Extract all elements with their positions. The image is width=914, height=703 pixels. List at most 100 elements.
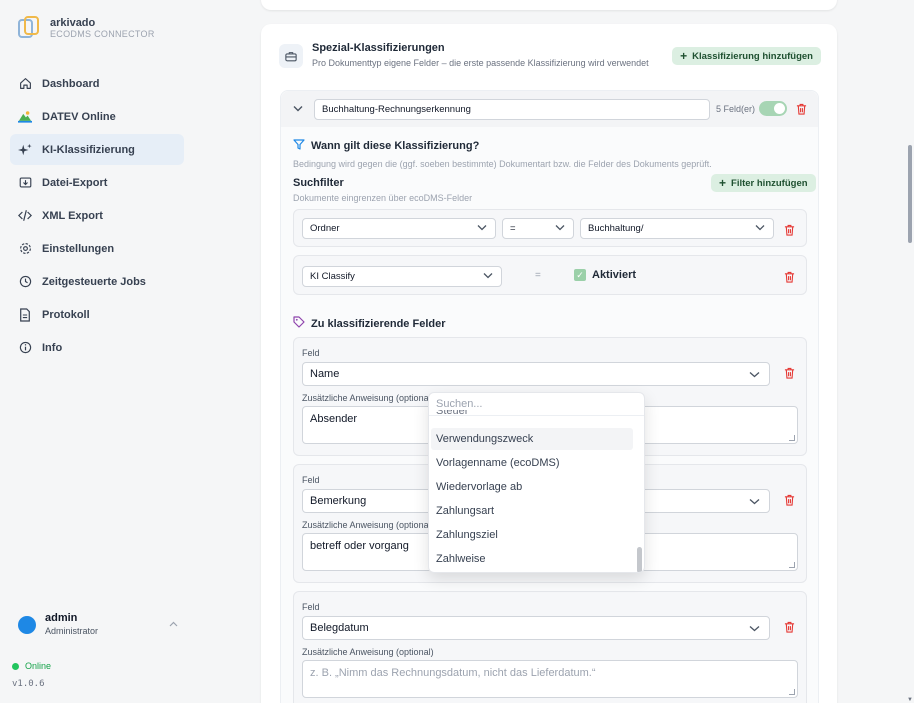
field-label: Feld <box>302 348 320 358</box>
hint-label: Zusätzliche Anweisung (optional) <box>302 647 434 657</box>
arkivado-logo-icon <box>18 16 40 40</box>
field-select[interactable]: Belegdatum <box>302 616 770 640</box>
searchfilter-title: Suchfilter <box>293 177 344 189</box>
sidebar: arkivado ECODMS CONNECTOR Dashboard DATE… <box>0 0 196 703</box>
sidebar-item-label: Einstellungen <box>42 242 115 255</box>
classification-name-input[interactable]: Buchhaltung-Rechnungserkennung <box>314 99 710 120</box>
dropdown-scrollbar[interactable] <box>637 547 642 572</box>
filter-field-select[interactable]: Ordner <box>302 218 496 239</box>
dropdown-item-partial[interactable]: Steuer <box>436 410 468 416</box>
brand[interactable]: arkivado ECODMS CONNECTOR <box>18 16 155 40</box>
tag-icon <box>293 316 305 331</box>
hint-label: Zusätzliche Anweisung (optional) <box>302 520 428 530</box>
status-label: Online <box>25 661 52 671</box>
filter-value-checkbox[interactable]: ✓ <box>574 269 586 281</box>
dropdown-item[interactable]: Vorlagenname (ecoDMS) <box>431 452 633 474</box>
delete-field-trash-icon[interactable] <box>783 620 795 633</box>
resize-grip-icon[interactable] <box>789 435 795 441</box>
sidebar-item-info[interactable]: Info <box>10 332 184 363</box>
field-count-badge: 5 Feld(er) <box>716 104 756 114</box>
add-classification-button[interactable]: + Klassifizierung hinzufügen <box>672 47 821 65</box>
chevron-down-icon <box>749 369 760 381</box>
filter-row: KI Classify = ✓ Aktiviert <box>293 255 807 295</box>
section-title: Spezial-Klassifizierungen <box>312 42 445 54</box>
searchfilter-subtitle: Dokumente eingrenzen über ecoDMS-Felder <box>293 193 473 203</box>
field-config: Feld Belegdatum Zusätzliche Anweisung (o… <box>293 591 807 703</box>
delete-field-trash-icon[interactable] <box>783 366 795 379</box>
scroll-down-arrow-icon[interactable]: ▼ <box>907 697 913 703</box>
sidebar-item-label: Info <box>42 341 63 354</box>
chevron-down-icon <box>755 223 765 234</box>
field-label: Feld <box>302 475 320 485</box>
classification-header: Buchhaltung-Rechnungserkennung 5 Feld(er… <box>281 91 818 127</box>
brand-subtitle: ECODMS CONNECTOR <box>50 28 155 39</box>
fields-title: Zu klassifizierende Felder <box>293 316 446 331</box>
chevron-down-icon <box>555 223 565 234</box>
condition-title: Wann gilt diese Klassifizierung? <box>293 139 479 153</box>
filter-value-label: Aktiviert <box>592 269 637 281</box>
hint-textarea[interactable]: z. B. „Nimm das Rechnungsdatum, nicht da… <box>302 660 798 698</box>
dropdown-item[interactable]: Wiedervorlage ab <box>431 476 633 498</box>
sidebar-item-ki-klassifizierung[interactable]: KI-Klassifizierung <box>10 134 184 165</box>
field-options-dropdown: Suchen... Steuer Verwendungszweck Vorlag… <box>428 392 645 573</box>
dropdown-item[interactable]: Zahlweise <box>431 548 633 570</box>
classification-enabled-toggle[interactable] <box>759 101 787 116</box>
sidebar-item-datei-export[interactable]: Datei-Export <box>10 167 184 198</box>
delete-classification-trash-icon[interactable] <box>795 102 807 115</box>
document-icon <box>18 307 32 322</box>
sidebar-item-label: DATEV Online <box>42 110 116 123</box>
chevron-down-icon <box>483 271 493 282</box>
plus-icon: + <box>680 49 688 63</box>
chevron-up-icon <box>169 619 178 630</box>
delete-field-trash-icon[interactable] <box>783 493 795 506</box>
field-label: Feld <box>302 602 320 612</box>
special-classifications-card: Spezial-Klassifizierungen Pro Dokumentty… <box>261 24 837 703</box>
sidebar-item-label: Datei-Export <box>42 176 108 189</box>
resize-grip-icon[interactable] <box>789 562 795 568</box>
hint-label: Zusätzliche Anweisung (optional) <box>302 393 428 403</box>
datev-icon <box>18 110 32 124</box>
condition-subtitle: Bedingung wird gegen die (ggf. soeben be… <box>293 159 712 169</box>
page-scrollbar[interactable]: ▼ <box>906 0 914 703</box>
filter-operator-select[interactable]: = <box>502 218 574 239</box>
online-status: Online <box>12 661 51 671</box>
sidebar-item-zeitgesteuerte-jobs[interactable]: Zeitgesteuerte Jobs <box>10 266 184 297</box>
field-select[interactable]: Name <box>302 362 770 386</box>
sidebar-item-label: KI-Klassifizierung <box>42 143 135 156</box>
delete-filter-trash-icon[interactable] <box>783 223 795 236</box>
filter-value-select[interactable]: Buchhaltung/ <box>580 218 774 239</box>
sidebar-item-xml-export[interactable]: XML Export <box>10 200 184 231</box>
sidebar-item-datev-online[interactable]: DATEV Online <box>10 101 184 132</box>
filter-row: Ordner = Buchhaltung/ <box>293 209 807 247</box>
add-filter-button[interactable]: + Filter hinzufügen <box>711 174 816 192</box>
sparkles-icon <box>18 143 32 157</box>
briefcase-icon <box>279 44 303 68</box>
user-menu[interactable]: admin Administrator <box>18 612 178 637</box>
chevron-down-icon[interactable] <box>293 103 303 115</box>
app-version: v1.0.6 <box>12 679 45 689</box>
gear-icon <box>18 242 32 256</box>
status-dot-icon <box>12 662 19 670</box>
info-icon <box>18 341 32 355</box>
filter-field-select[interactable]: KI Classify <box>302 266 502 287</box>
file-export-icon <box>18 176 32 190</box>
dropdown-item[interactable]: Verwendungszweck <box>431 428 633 450</box>
dropdown-item[interactable]: Zahlungsart <box>431 500 633 522</box>
delete-filter-trash-icon[interactable] <box>783 270 795 283</box>
user-role: Administrator <box>45 626 99 636</box>
filter-operator-label: = <box>535 270 541 281</box>
avatar <box>18 615 36 634</box>
chevron-down-icon <box>749 496 760 508</box>
sidebar-item-dashboard[interactable]: Dashboard <box>10 68 184 99</box>
filter-funnel-icon <box>293 139 305 153</box>
sidebar-nav: Dashboard DATEV Online KI-Klassifizierun… <box>10 68 184 365</box>
resize-grip-icon[interactable] <box>789 689 795 695</box>
sidebar-item-protokoll[interactable]: Protokoll <box>10 299 184 330</box>
user-name: admin <box>45 612 78 624</box>
home-icon <box>18 77 32 91</box>
page-scrollbar-thumb[interactable] <box>908 145 912 243</box>
sidebar-item-label: Dashboard <box>42 77 100 90</box>
sidebar-item-einstellungen[interactable]: Einstellungen <box>10 233 184 264</box>
brand-name: arkivado <box>50 16 96 29</box>
dropdown-item[interactable]: Zahlungsziel <box>431 524 633 546</box>
